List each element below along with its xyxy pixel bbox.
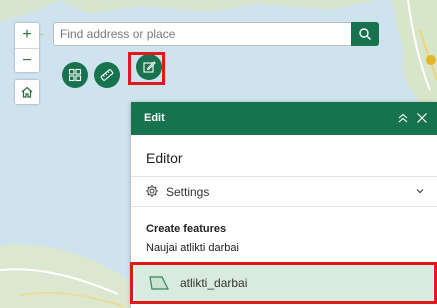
panel-header: Edit [131, 102, 437, 135]
collapse-icon [398, 113, 408, 123]
collapse-button[interactable] [394, 109, 412, 127]
search-button[interactable] [351, 22, 379, 46]
editor-title: Editor [146, 150, 183, 166]
settings-row[interactable]: Settings [131, 177, 437, 206]
search-input[interactable] [54, 23, 346, 45]
zoom-out-button[interactable]: − [15, 48, 39, 73]
edit-button[interactable] [136, 54, 162, 80]
divider [131, 206, 437, 207]
home-button[interactable] [15, 80, 39, 104]
edit-panel: Edit Editor Settings Create features Nau… [131, 102, 437, 308]
panel-title: Edit [144, 112, 165, 124]
search-widget [53, 22, 379, 46]
feature-template-item[interactable]: atlikti_darbai [135, 264, 433, 301]
basemap-gallery-button[interactable] [62, 62, 88, 88]
layer-name: Naujai atlikti darbai [146, 242, 239, 254]
close-icon [417, 113, 427, 123]
close-button[interactable] [413, 109, 431, 127]
gear-icon [146, 185, 158, 197]
basemap-gallery-icon [68, 68, 82, 82]
create-features-heading: Create features [146, 223, 227, 235]
edit-icon [143, 61, 156, 73]
measure-button[interactable] [94, 62, 120, 88]
home-icon [21, 86, 33, 98]
search-icon [359, 28, 371, 40]
polygon-template-icon [149, 276, 169, 290]
zoom-in-button[interactable]: + [15, 23, 39, 47]
chevron-down-icon [416, 189, 424, 194]
measure-icon [100, 69, 114, 81]
settings-label: Settings [166, 185, 210, 199]
template-label: atlikti_darbai [180, 276, 248, 290]
zoom-controls: + − [15, 23, 39, 72]
